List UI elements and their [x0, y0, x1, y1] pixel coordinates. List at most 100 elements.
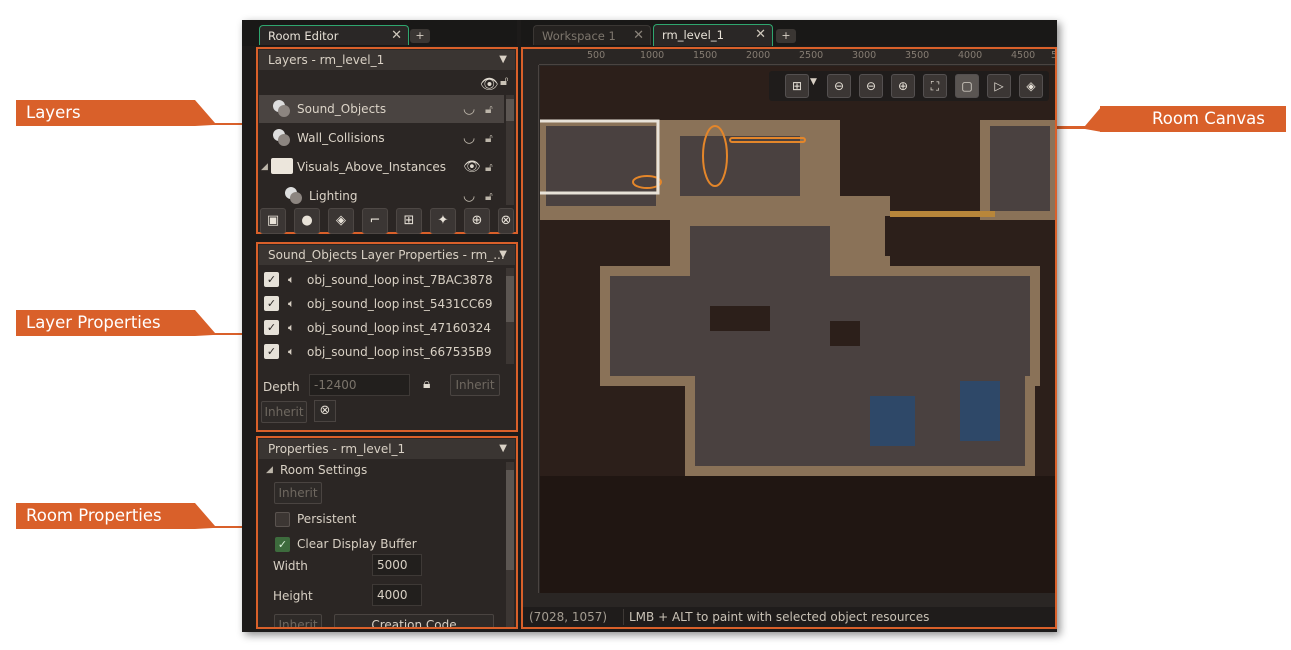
- ruler-tick: 2500: [799, 50, 824, 61]
- callout-layer-properties: Layer Properties: [16, 310, 191, 336]
- tab-workspace-1[interactable]: Workspace 1 ✕: [533, 25, 651, 45]
- instance-row[interactable]: ✓ 🔈︎ obj_sound_loop inst_5431CC69: [264, 292, 504, 316]
- layer-row[interactable]: Wall_Collisions ◡ 🔓︎: [259, 124, 504, 152]
- tab-room-label: rm_level_1: [662, 28, 724, 42]
- lock-icon[interactable]: 🔓︎: [485, 95, 493, 123]
- height-field[interactable]: 4000: [372, 584, 422, 606]
- add-asset-layer-button[interactable]: ⊞: [396, 208, 422, 234]
- add-tab-button[interactable]: +: [776, 29, 796, 43]
- add-effect-layer-button[interactable]: ✦: [430, 208, 456, 234]
- add-background-layer-button[interactable]: ▣: [260, 208, 286, 234]
- speaker-icon: 🔈︎: [288, 345, 295, 358]
- layer-name: Visuals_Above_Instances: [297, 160, 447, 174]
- room-map[interactable]: [540, 66, 1057, 593]
- tab-workspace-label: Workspace 1: [542, 29, 616, 43]
- depth-field[interactable]: -12400: [309, 374, 410, 396]
- zoom-reset-button[interactable]: ⊖: [827, 74, 851, 98]
- ruler-tick: 1000: [640, 50, 665, 61]
- add-instance-layer-button[interactable]: ●: [294, 208, 320, 234]
- status-bar: (7028, 1057) LMB + ALT to paint with sel…: [523, 607, 1055, 627]
- creation-code-label: Creation Code: [371, 618, 457, 629]
- instance-checkbox[interactable]: ✓: [264, 320, 279, 335]
- add-path-layer-button[interactable]: ⌐: [362, 208, 388, 234]
- lock-icon[interactable]: 🔒︎: [423, 376, 430, 392]
- tab-room-editor[interactable]: Room Editor ✕: [259, 25, 409, 45]
- persistent-checkbox[interactable]: [275, 512, 290, 527]
- layer-properties-header[interactable]: Sound_Objects Layer Properties - rm_... …: [259, 245, 515, 265]
- layers-panel-header[interactable]: Layers - rm_level_1 ▼: [259, 50, 515, 70]
- layer-row[interactable]: Sound_Objects ◡ 🔓︎: [259, 95, 504, 123]
- depth-inherit-button[interactable]: Inherit: [450, 374, 500, 396]
- room-properties-scrollbar[interactable]: [506, 462, 514, 627]
- instance-object: obj_sound_loop: [307, 345, 400, 359]
- width-field[interactable]: 5000: [372, 554, 422, 576]
- delete-layer-button[interactable]: ⊗: [498, 208, 514, 234]
- size-inherit-button[interactable]: Inherit: [274, 614, 322, 627]
- close-icon[interactable]: ✕: [755, 25, 766, 45]
- room-properties-header[interactable]: Properties - rm_level_1 ▼: [259, 439, 515, 459]
- height-value: 4000: [377, 588, 408, 602]
- lock-icon[interactable]: 🔓︎: [485, 182, 493, 204]
- tab-rm-level-1[interactable]: rm_level_1 ✕: [653, 24, 773, 46]
- room-inherit-button[interactable]: Inherit: [274, 482, 322, 504]
- add-tab-button[interactable]: +: [410, 29, 430, 43]
- instances-scrollbar[interactable]: [506, 268, 514, 364]
- add-tile-layer-button[interactable]: ◈: [328, 208, 354, 234]
- layer-properties-title: Sound_Objects Layer Properties - rm_...: [268, 248, 505, 262]
- layers-panel-title: Layers - rm_level_1: [268, 53, 385, 67]
- instance-row[interactable]: ✓ 🔈︎ obj_sound_loop inst_47160324: [264, 316, 504, 340]
- collapse-triangle-icon[interactable]: ◢: [266, 465, 273, 475]
- eye-closed-icon[interactable]: ◡: [463, 95, 475, 123]
- layer-instance-icon: [273, 100, 290, 117]
- speaker-icon: 🔈︎: [288, 273, 295, 286]
- lock-icon[interactable]: 🔓︎: [500, 74, 508, 89]
- chevron-down-icon[interactable]: ▼: [499, 245, 507, 265]
- zoom-out-button[interactable]: ⊖: [859, 74, 883, 98]
- instance-object: obj_sound_loop: [307, 273, 400, 287]
- speaker-icon: 🔈︎: [288, 321, 295, 334]
- instance-checkbox[interactable]: ✓: [264, 272, 279, 287]
- play-room-button[interactable]: ▷: [987, 74, 1011, 98]
- callout-room-canvas-label: Room Canvas: [1152, 109, 1265, 128]
- zoom-in-button[interactable]: ⊕: [891, 74, 915, 98]
- close-icon[interactable]: ✕: [633, 26, 644, 46]
- layer-row[interactable]: ◢ Visuals_Above_Instances 👁 🔓︎: [259, 153, 504, 181]
- chevron-down-icon[interactable]: ▼: [499, 50, 507, 70]
- vertical-ruler: [523, 65, 539, 593]
- grid-toggle-button[interactable]: ⊞: [785, 74, 809, 98]
- collapse-triangle-icon[interactable]: ◢: [261, 153, 268, 181]
- depth-label: Depth: [263, 380, 300, 394]
- eye-closed-icon[interactable]: ◡: [463, 182, 475, 204]
- eye-icon[interactable]: 👁: [480, 75, 499, 93]
- room-canvas-panel: 500 1000 1500 2000 2500 3000 3500 4000 4…: [521, 47, 1057, 629]
- layer-instance-icon: [273, 129, 290, 146]
- left-tabbar: Room Editor ✕ +: [242, 20, 517, 46]
- chevron-down-icon[interactable]: ▼: [499, 439, 507, 459]
- instance-checkbox[interactable]: ✓: [264, 296, 279, 311]
- instance-id: inst_5431CC69: [402, 297, 493, 311]
- clear-display-checkbox[interactable]: ✓: [275, 537, 290, 552]
- lock-icon[interactable]: 🔓︎: [485, 153, 493, 181]
- persistent-label: Persistent: [297, 512, 357, 526]
- fit-view-button[interactable]: ⛶: [923, 74, 947, 98]
- close-icon[interactable]: ✕: [391, 26, 402, 46]
- layer-visibility-button[interactable]: ◈: [1019, 74, 1043, 98]
- lock-icon[interactable]: 🔓︎: [485, 124, 493, 152]
- instance-row[interactable]: ✓ 🔈︎ obj_sound_loop inst_7BAC3878: [264, 268, 504, 292]
- instance-checkbox[interactable]: ✓: [264, 344, 279, 359]
- grid-options-chevron-icon[interactable]: ▼: [810, 77, 817, 87]
- view-frame-button[interactable]: ▢: [955, 74, 979, 98]
- ruler-tick: 2000: [746, 50, 771, 61]
- room-settings-section[interactable]: Room Settings: [280, 463, 367, 477]
- creation-code-button[interactable]: Creation Code: [334, 614, 494, 629]
- layer-inherit-button[interactable]: Inherit: [261, 401, 307, 423]
- instance-id: inst_7BAC3878: [402, 273, 493, 287]
- layers-scrollbar[interactable]: [506, 95, 514, 205]
- clear-icon[interactable]: ⊗: [314, 400, 336, 422]
- instance-row[interactable]: ✓ 🔈︎ obj_sound_loop inst_667535B9: [264, 340, 504, 364]
- layer-row[interactable]: Lighting ◡ 🔓︎: [259, 182, 504, 204]
- eye-closed-icon[interactable]: ◡: [463, 124, 475, 152]
- add-folder-button[interactable]: ⊕: [464, 208, 490, 234]
- eye-icon[interactable]: 👁: [463, 153, 481, 181]
- callout-room-properties: Room Properties: [16, 503, 191, 529]
